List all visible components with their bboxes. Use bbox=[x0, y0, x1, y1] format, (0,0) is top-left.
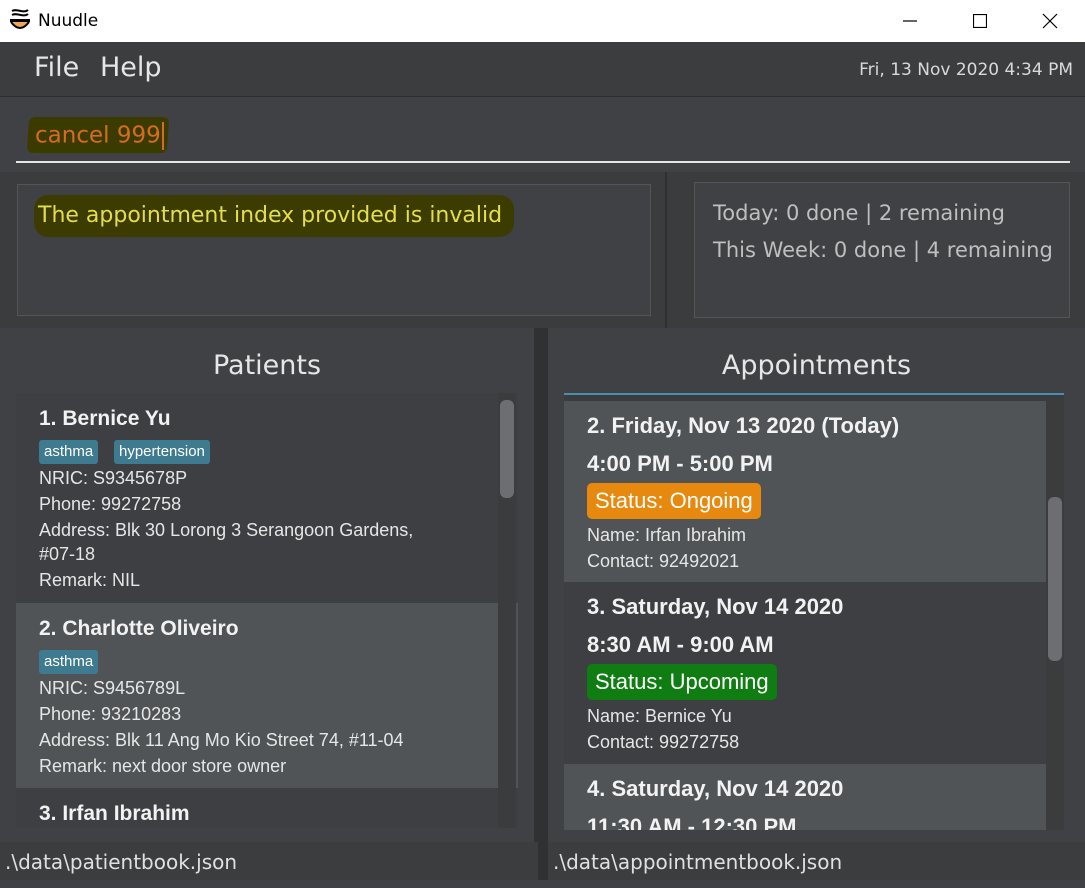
appointment-date: 4. Saturday, Nov 14 2020 bbox=[587, 776, 844, 801]
appointment-time: 11:30 AM - 12:30 PM bbox=[587, 814, 797, 830]
patient-name: 1. Bernice Yu bbox=[39, 407, 171, 430]
appointment-date: 3. Saturday, Nov 14 2020 bbox=[587, 594, 844, 619]
panel-divider[interactable] bbox=[665, 172, 667, 328]
patient-scroll-thumb[interactable] bbox=[500, 400, 514, 498]
patient-remark: Remark: next door store owner bbox=[39, 756, 287, 776]
patient-tag: asthma bbox=[39, 650, 99, 674]
appointment-status: Status: Ongoing bbox=[587, 483, 761, 519]
patient-remark: Remark: NIL bbox=[39, 570, 141, 590]
noodle-app-icon bbox=[9, 8, 31, 32]
maximize-icon bbox=[973, 14, 987, 28]
patients-title: Patients bbox=[212, 350, 322, 381]
stats-week: This Week: 0 done | 4 remaining bbox=[713, 238, 1053, 262]
window-title: Nuudle bbox=[38, 11, 99, 31]
appointment-contact: Contact: 99272758 bbox=[587, 732, 740, 752]
menu-file[interactable]: File bbox=[34, 52, 79, 83]
status-separator bbox=[538, 842, 548, 880]
appointment-list[interactable]: 2. Friday, Nov 13 2020 (Today) 4:00 PM -… bbox=[564, 393, 1064, 830]
appointment-name: Name: Bernice Yu bbox=[587, 706, 732, 726]
appointment-date: 2. Friday, Nov 13 2020 (Today) bbox=[587, 413, 900, 438]
command-value: cancel 999 bbox=[35, 122, 161, 149]
patient-address-cont: #07-18 bbox=[39, 544, 96, 564]
appointment-card[interactable]: 2. Friday, Nov 13 2020 (Today) 4:00 PM -… bbox=[564, 401, 1046, 582]
patient-address: Address: Blk 11 Ang Mo Kio Street 74, #1… bbox=[39, 730, 404, 750]
appointment-card[interactable]: 3. Saturday, Nov 14 2020 8:30 AM - 9:00 … bbox=[564, 582, 1046, 764]
result-message: The appointment index provided is invali… bbox=[38, 203, 503, 228]
menu-help[interactable]: Help bbox=[100, 52, 162, 83]
close-button[interactable] bbox=[1015, 0, 1085, 42]
menu-bar: File Help Fri, 13 Nov 2020 4:34 PM bbox=[0, 42, 1085, 97]
current-datetime: Fri, 13 Nov 2020 4:34 PM bbox=[859, 60, 1073, 80]
patient-card[interactable]: 3. Irfan Ibrahim bbox=[16, 788, 518, 828]
command-underline bbox=[16, 161, 1070, 163]
patient-scrollbar[interactable] bbox=[498, 393, 516, 828]
patient-name: 2. Charlotte Oliveiro bbox=[39, 617, 239, 640]
stats-today: Today: 0 done | 2 remaining bbox=[713, 201, 1005, 225]
appointment-file-path: .\data\appointmentbook.json bbox=[553, 850, 843, 874]
patient-name: 3. Irfan Ibrahim bbox=[39, 802, 190, 825]
appointment-scroll-thumb[interactable] bbox=[1048, 497, 1062, 661]
patient-address: Address: Blk 30 Lorong 3 Serangoon Garde… bbox=[39, 520, 414, 540]
patient-nric: NRIC: S9345678P bbox=[39, 468, 188, 488]
patient-card[interactable]: 1. Bernice Yu asthma hypertension NRIC: … bbox=[16, 393, 518, 603]
appointment-status: Status: Upcoming bbox=[587, 664, 777, 700]
minimize-icon bbox=[903, 20, 917, 22]
command-box: cancel 999 bbox=[0, 97, 1085, 172]
patient-tag: hypertension bbox=[114, 440, 210, 464]
appointment-name: Name: Irfan Ibrahim bbox=[587, 525, 747, 545]
feedback-strip: The appointment index provided is invali… bbox=[0, 172, 1085, 328]
patient-card[interactable]: 2. Charlotte Oliveiro asthma NRIC: S9456… bbox=[16, 603, 518, 788]
patient-list[interactable]: 1. Bernice Yu asthma hypertension NRIC: … bbox=[16, 393, 518, 828]
close-icon bbox=[1042, 13, 1058, 29]
appointment-contact: Contact: 92492021 bbox=[587, 551, 740, 571]
result-display: The appointment index provided is invali… bbox=[17, 184, 651, 316]
patient-tag: asthma bbox=[39, 440, 99, 464]
patient-nric: NRIC: S9456789L bbox=[39, 678, 186, 698]
lists-area: Patients 1. Bernice Yu asthma hypertensi… bbox=[0, 328, 1085, 842]
patients-panel: Patients 1. Bernice Yu asthma hypertensi… bbox=[0, 328, 534, 842]
status-bar: .\data\patientbook.json .\data\appointme… bbox=[0, 842, 1085, 880]
patient-file-path: .\data\patientbook.json bbox=[5, 850, 238, 874]
appointment-time: 8:30 AM - 9:00 AM bbox=[587, 632, 774, 657]
appointment-time: 4:00 PM - 5:00 PM bbox=[587, 451, 773, 476]
appointments-panel: Appointments 2. Friday, Nov 13 2020 (Tod… bbox=[548, 328, 1085, 842]
window-titlebar: Nuudle bbox=[0, 0, 1085, 42]
patient-phone: Phone: 99272758 bbox=[39, 494, 182, 514]
patient-phone: Phone: 93210283 bbox=[39, 704, 182, 724]
command-text: cancel 999 bbox=[35, 122, 164, 150]
text-caret bbox=[161, 122, 164, 150]
appointment-scrollbar[interactable] bbox=[1046, 395, 1064, 830]
appointment-card[interactable]: 4. Saturday, Nov 14 2020 11:30 AM - 12:3… bbox=[564, 764, 1046, 830]
minimize-button[interactable] bbox=[875, 0, 945, 42]
stats-display: Today: 0 done | 2 remaining This Week: 0… bbox=[694, 182, 1070, 318]
appointments-title: Appointments bbox=[721, 350, 912, 381]
maximize-button[interactable] bbox=[945, 0, 1015, 42]
command-input[interactable]: cancel 999 bbox=[26, 117, 170, 153]
